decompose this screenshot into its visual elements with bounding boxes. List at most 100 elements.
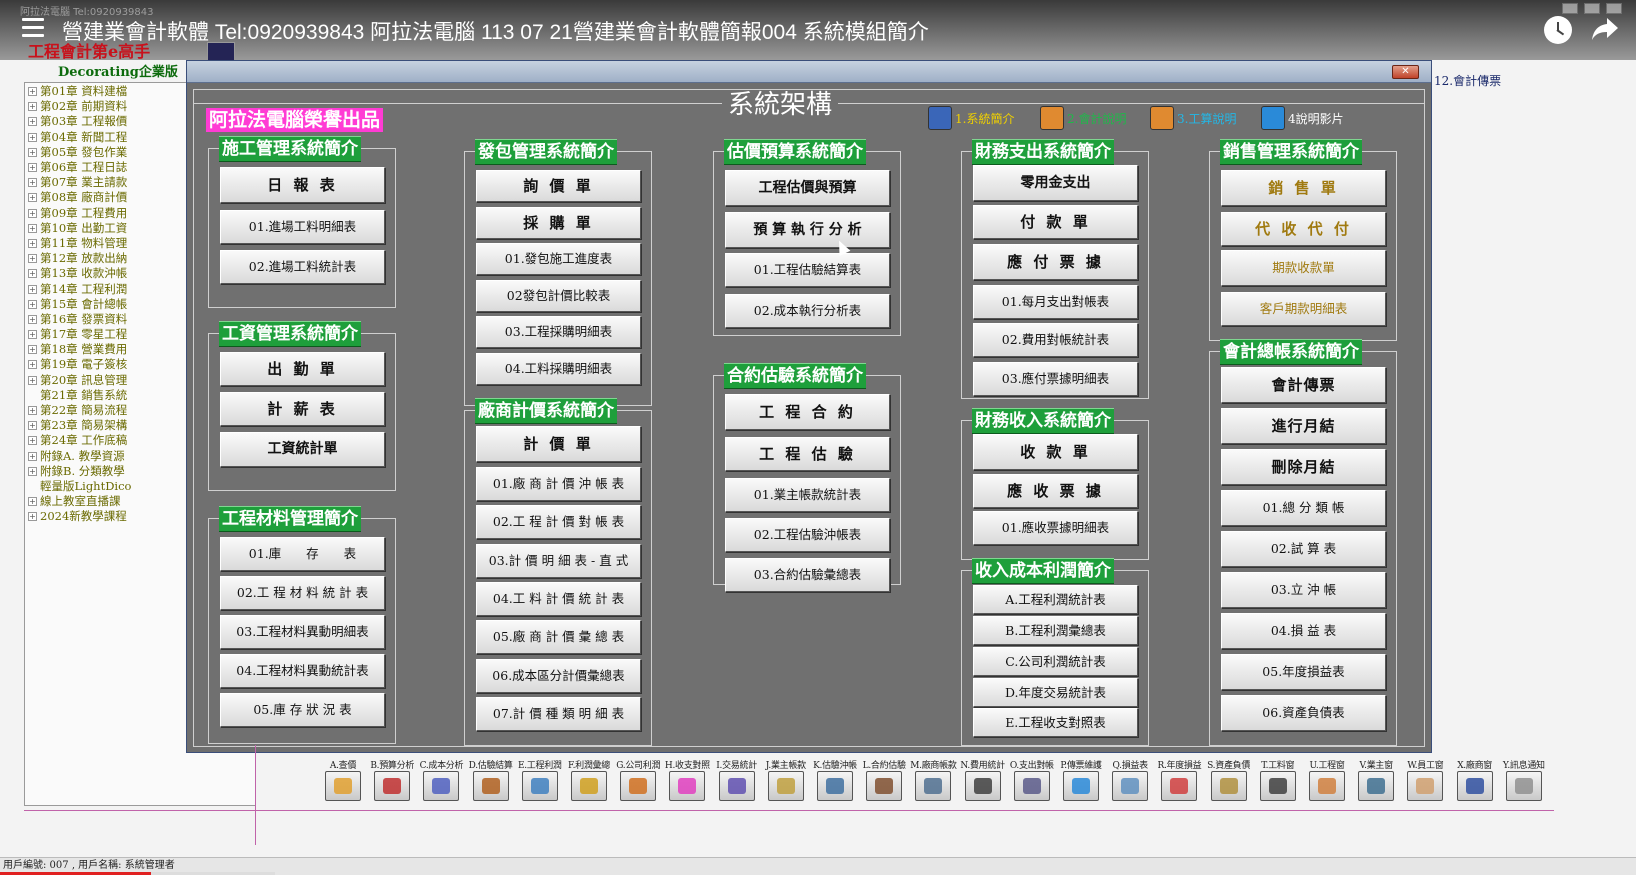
- voucher-label[interactable]: 12.會計傳票: [1434, 72, 1501, 89]
- toolbar-item[interactable]: J.業主帳款: [761, 758, 811, 801]
- toolbar-item[interactable]: W.員工窗: [1400, 758, 1450, 801]
- tree-item[interactable]: + 第12章 放款出納: [28, 251, 131, 266]
- expand-icon[interactable]: +: [28, 406, 37, 416]
- tree-item[interactable]: + 第17章 零星工程: [28, 327, 131, 342]
- tree-item[interactable]: + 第18章 營業費用: [28, 342, 131, 357]
- expand-icon[interactable]: +: [28, 238, 37, 248]
- toolbar-item[interactable]: U.工程窗: [1302, 758, 1352, 801]
- expand-icon[interactable]: +: [28, 208, 37, 218]
- module-button[interactable]: 01.應收票據明細表: [973, 511, 1138, 545]
- module-button[interactable]: 04.工 料 計 價 統 計 表: [476, 582, 641, 616]
- expand-icon[interactable]: +: [28, 223, 37, 233]
- expand-icon[interactable]: +: [28, 269, 37, 279]
- module-button[interactable]: 03.計 價 明 細 表 - 直 式: [476, 544, 641, 578]
- toolbar-item[interactable]: A.查價: [318, 758, 368, 801]
- module-button[interactable]: 01.每月支出對帳表: [973, 285, 1138, 319]
- info-link-2[interactable]: 2.會計說明: [1040, 106, 1126, 130]
- module-button[interactable]: 06.成本區分計價彙總表: [476, 659, 641, 693]
- module-button[interactable]: 收 款 單: [973, 434, 1138, 470]
- module-button[interactable]: A.工程利潤統計表: [973, 585, 1138, 614]
- module-button[interactable]: 01.工程估驗結算表: [725, 253, 890, 287]
- screen-icon[interactable]: [1013, 771, 1050, 801]
- module-button[interactable]: 02.工 程 計 價 對 帳 表: [476, 505, 641, 539]
- tree-item[interactable]: + 第08章 廠商計價: [28, 190, 131, 205]
- module-button[interactable]: 02.試 算 表: [1221, 531, 1386, 567]
- minimize-icon[interactable]: [1562, 3, 1578, 14]
- module-button[interactable]: 03.應付票據明細表: [973, 362, 1138, 396]
- module-button[interactable]: 刪除月結: [1221, 449, 1386, 485]
- module-button[interactable]: 05.庫 存 狀 況 表: [220, 693, 385, 727]
- module-button[interactable]: 04.工程材料異動統計表: [220, 654, 385, 688]
- house-icon[interactable]: [620, 771, 657, 801]
- module-button[interactable]: C.公司利潤統計表: [973, 647, 1138, 676]
- toolbar-item[interactable]: R.年度損益: [1154, 758, 1204, 801]
- module-button[interactable]: 03.合約估驗彙總表: [725, 558, 890, 592]
- toolbar-item[interactable]: V.業主窗: [1351, 758, 1401, 801]
- expand-icon[interactable]: +: [28, 178, 37, 188]
- tools-icon[interactable]: [374, 771, 411, 801]
- tree-item[interactable]: +2024新教學課程: [28, 509, 131, 524]
- tool-window-icon[interactable]: [1259, 771, 1296, 801]
- module-button[interactable]: 01.進場工料明細表: [220, 210, 385, 244]
- maximize-icon[interactable]: [1584, 3, 1600, 14]
- menu-icon[interactable]: [22, 18, 44, 38]
- module-button[interactable]: 期款收款單: [1221, 250, 1386, 286]
- dialog-close-button[interactable]: ✕: [1392, 65, 1419, 79]
- tree-item[interactable]: + 第24章 工作底稿: [28, 433, 131, 448]
- toolbar-item[interactable]: P.傳票維護: [1056, 758, 1106, 801]
- building-icon[interactable]: [1309, 771, 1345, 801]
- tree-item[interactable]: + 第05章 發包作業: [28, 145, 131, 160]
- module-button[interactable]: 07.計 價 種 類 明 細 表: [476, 697, 641, 731]
- expand-icon[interactable]: +: [28, 436, 37, 446]
- expand-icon[interactable]: +: [28, 193, 37, 203]
- expand-icon[interactable]: +: [28, 360, 37, 370]
- module-button[interactable]: 04.損 益 表: [1221, 613, 1386, 649]
- chart-icon[interactable]: [1112, 771, 1149, 801]
- calendar-icon[interactable]: [521, 771, 558, 801]
- cup-icon[interactable]: [1505, 771, 1542, 801]
- folder-icon[interactable]: [571, 771, 607, 801]
- cube-icon[interactable]: [1063, 771, 1099, 801]
- expand-icon[interactable]: +: [28, 254, 37, 264]
- toolbar-item[interactable]: T.工料窗: [1253, 758, 1303, 801]
- module-button[interactable]: 會計傳票: [1221, 367, 1386, 403]
- expand-icon[interactable]: +: [28, 147, 37, 157]
- toolbar-item[interactable]: O.支出對帳: [1007, 758, 1057, 801]
- module-button[interactable]: 02.進場工料統計表: [220, 250, 385, 284]
- expand-icon[interactable]: +: [28, 117, 37, 127]
- info-link-4[interactable]: 4說明影片: [1261, 106, 1344, 130]
- tree-item[interactable]: + 第22章 簡易流程: [28, 403, 131, 418]
- copy-icon[interactable]: [817, 771, 853, 801]
- tree-item[interactable]: + 第20章 訊息管理: [28, 373, 131, 388]
- module-button[interactable]: 02.工 程 材 料 統 計 表: [220, 576, 385, 610]
- tree-item[interactable]: + 第13章 收款沖帳: [28, 266, 131, 281]
- module-button[interactable]: 06.資產負債表: [1221, 695, 1386, 731]
- expand-icon[interactable]: +: [28, 497, 37, 507]
- expand-icon[interactable]: +: [28, 451, 37, 461]
- toolbar-item[interactable]: S.資產負債: [1204, 758, 1254, 801]
- module-button[interactable]: 應 收 票 據: [973, 474, 1138, 508]
- toolbar-item[interactable]: Y.訊息通知: [1499, 758, 1549, 801]
- module-button[interactable]: 詢 價 單: [476, 170, 641, 202]
- module-button[interactable]: 05.廠 商 計 價 彙 總 表: [476, 620, 641, 654]
- tree-item[interactable]: + 第14章 工程利潤: [28, 281, 131, 296]
- module-button[interactable]: 工 程 合 約: [725, 394, 890, 430]
- watch-later-icon[interactable]: [1544, 16, 1572, 44]
- scanner-icon[interactable]: [915, 771, 952, 801]
- toolbar-item[interactable]: G.公司利潤: [613, 758, 663, 801]
- face-icon[interactable]: [1407, 771, 1444, 801]
- expand-icon[interactable]: +: [28, 299, 37, 309]
- expand-icon[interactable]: +: [28, 375, 37, 385]
- module-button[interactable]: 預 算 執 行 分 析: [725, 212, 890, 248]
- expand-icon[interactable]: +: [28, 421, 37, 431]
- module-button[interactable]: 02發包計價比較表: [476, 280, 641, 312]
- module-button[interactable]: 03.立 沖 帳: [1221, 572, 1386, 608]
- module-button[interactable]: 代 收 代 付: [1221, 212, 1386, 246]
- module-button[interactable]: 工程估價與預算: [725, 170, 890, 206]
- expand-icon[interactable]: +: [28, 87, 37, 97]
- sign-icon[interactable]: [1210, 771, 1247, 801]
- bar-chart-icon[interactable]: [1161, 771, 1198, 801]
- tree-item[interactable]: + 第04章 新聞工程: [28, 130, 131, 145]
- tree-item[interactable]: + 第09章 工程費用: [28, 206, 131, 221]
- expand-icon[interactable]: +: [28, 163, 37, 173]
